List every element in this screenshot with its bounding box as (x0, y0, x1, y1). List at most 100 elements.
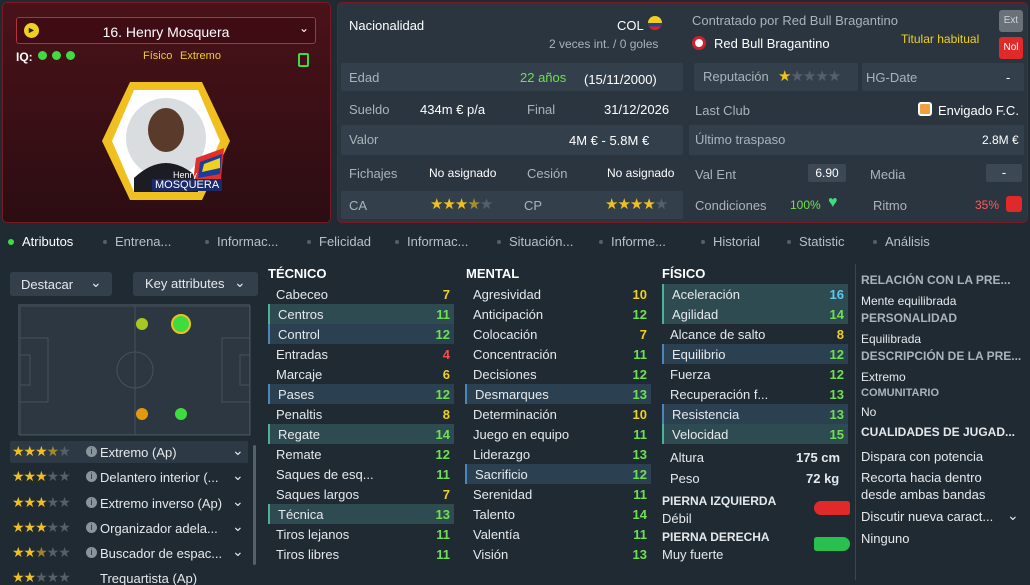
attribute-row[interactable]: Técnica 13 (268, 504, 454, 524)
weight-value: 72 kg (806, 471, 840, 486)
attribute-row[interactable]: Tiros libres 11 (268, 544, 454, 564)
tab-happiness[interactable]: Felicidad (319, 234, 371, 249)
attribute-row[interactable]: Decisiones 12 (465, 364, 651, 384)
tab-training[interactable]: Entrena... (115, 234, 171, 249)
role-name: Trequartista (Ap) (100, 571, 198, 585)
attribute-row[interactable]: Velocidad 15 (662, 424, 848, 444)
cp-stars: ★★★★★ (605, 195, 668, 213)
role-name: Buscador de espac... (100, 546, 223, 561)
attribute-row[interactable]: Anticipación 12 (465, 304, 651, 324)
discuss-trait-dropdown[interactable]: Discutir nueva caract... ⌄ (861, 507, 1023, 529)
tab-history[interactable]: Historial (713, 234, 760, 249)
attribute-row[interactable]: Control 12 (268, 324, 454, 344)
attribute-value: 12 (632, 367, 647, 382)
role-item[interactable]: ★★★★★ i Buscador de espac... ⌄ (10, 542, 248, 564)
attribute-row[interactable]: Remate 12 (268, 444, 454, 464)
attribute-row[interactable]: Cabeceo 7 (268, 284, 454, 304)
attribute-row[interactable]: Tiros lejanos 11 (268, 524, 454, 544)
attribute-row[interactable]: Determinación 10 (465, 404, 651, 424)
attribute-row[interactable]: Saques largos 7 (268, 484, 454, 504)
ext-button[interactable]: Ext (999, 10, 1023, 32)
attribute-row[interactable]: Talento 14 (465, 504, 651, 524)
tab-situation[interactable]: Situación... (509, 234, 573, 249)
info-icon[interactable]: i (86, 547, 97, 558)
caps-text: 2 veces int. / 0 goles (549, 37, 659, 51)
nol-button[interactable]: Nol (999, 37, 1023, 59)
info-icon[interactable]: i (86, 497, 97, 508)
attribute-name: Saques largos (276, 487, 360, 502)
roles-scrollbar[interactable] (253, 445, 256, 565)
attribute-row[interactable]: Valentía 11 (465, 524, 651, 544)
attribute-row[interactable]: Aceleración 16 (662, 284, 848, 304)
height-label: Altura (670, 450, 704, 465)
attribute-row[interactable]: Equilibrio 12 (662, 344, 848, 364)
info-icon[interactable]: i (86, 522, 97, 533)
star-icon: ★ (479, 196, 493, 213)
role-name: Delantero interior (... (100, 470, 219, 485)
attribute-row[interactable]: Penaltis 8 (268, 404, 454, 424)
loan-value: No asignado (607, 166, 675, 180)
community-value: No (861, 405, 877, 419)
attribute-row[interactable]: Centros 11 (268, 304, 454, 324)
attribute-name: Aceleración (672, 287, 740, 302)
tab-statistics[interactable]: Statistic (799, 234, 845, 249)
role-item[interactable]: ★★★★★ i Delantero interior (... ⌄ (10, 466, 248, 488)
tab-separator (787, 240, 791, 244)
attribute-row[interactable]: Colocación 7 (465, 324, 651, 344)
attribute-value: 12 (632, 307, 647, 322)
attribute-row[interactable]: Liderazgo 13 (465, 444, 651, 464)
attribute-row[interactable]: Regate 14 (268, 424, 454, 444)
attribute-row[interactable]: Visión 13 (465, 544, 651, 564)
attribute-row[interactable]: Serenidad 11 (465, 484, 651, 504)
tab-analysis[interactable]: Análisis (885, 234, 930, 249)
attribute-row[interactable]: Juego en equipo 11 (465, 424, 651, 444)
club-name[interactable]: Red Bull Bragantino (714, 36, 830, 51)
highlight-dropdown[interactable]: Destacar ⌄ (10, 272, 112, 296)
role-item[interactable]: ★★★★★ i Extremo inverso (Ap) ⌄ (10, 492, 248, 514)
age-value: 22 años (520, 70, 567, 85)
lastclub-value[interactable]: Envigado F.C. (938, 103, 1019, 118)
attribute-row[interactable]: Concentración 11 (465, 344, 651, 364)
signings-label: Fichajes (349, 166, 398, 181)
star-icon: ★★★ (430, 196, 468, 213)
weight-label: Peso (670, 471, 700, 486)
attribute-row[interactable]: Alcance de salto 8 (662, 324, 848, 344)
role-item[interactable]: ★★★★★ Trequartista (Ap) (10, 567, 248, 585)
attribute-value: 14 (435, 427, 450, 442)
tab-separator (205, 240, 209, 244)
attribute-row[interactable]: Pases 12 (268, 384, 454, 404)
info-icon[interactable]: i (86, 471, 97, 482)
tab-info[interactable]: Informac... (217, 234, 278, 249)
attribute-value: 12 (435, 387, 450, 402)
attribute-row[interactable]: Desmarques 13 (465, 384, 651, 404)
ca-label: CA (349, 198, 368, 213)
role-item[interactable]: ★★★★★ i Extremo (Ap) ⌄ (10, 441, 248, 463)
chevron-down-icon: ⌄ (1007, 507, 1019, 523)
clipboard-icon[interactable] (298, 53, 309, 67)
info-icon[interactable]: i (86, 446, 97, 457)
attribute-row[interactable]: Sacrificio 12 (465, 464, 651, 484)
player-name-dropdown[interactable]: ► 16. Henry Mosquera ⌄ (16, 17, 316, 44)
attribute-value: 12 (632, 467, 647, 482)
tab-attributes[interactable]: Atributos (22, 234, 73, 249)
role-item[interactable]: ★★★★★ i Organizador adela... ⌄ (10, 517, 248, 539)
attribute-name: Regate (278, 427, 320, 442)
attribute-row[interactable]: Saques de esq... 11 (268, 464, 454, 484)
attribute-value: 8 (836, 327, 844, 342)
attribute-value: 4 (442, 347, 450, 362)
tab-reports[interactable]: Informac... (407, 234, 468, 249)
attribute-row[interactable]: Marcaje 6 (268, 364, 454, 384)
attribute-row[interactable]: Agilidad 14 (662, 304, 848, 324)
valent-value: 6.90 (808, 164, 846, 182)
chevron-down-icon: ⌄ (232, 467, 244, 483)
attribute-row[interactable]: Agresividad 10 (465, 284, 651, 304)
attribute-name: Agresividad (473, 287, 541, 302)
attribute-row[interactable]: Entradas 4 (268, 344, 454, 364)
attribute-row[interactable]: Recuperación f... 13 (662, 384, 848, 404)
attribute-row[interactable]: Resistencia 13 (662, 404, 848, 424)
attribute-row[interactable]: Fuerza 12 (662, 364, 848, 384)
contract-end-value: 31/12/2026 (604, 102, 670, 117)
attribute-value: 13 (435, 507, 450, 522)
key-attributes-dropdown[interactable]: Key attributes ⌄ (133, 272, 258, 296)
tab-scout-report[interactable]: Informe... (611, 234, 666, 249)
